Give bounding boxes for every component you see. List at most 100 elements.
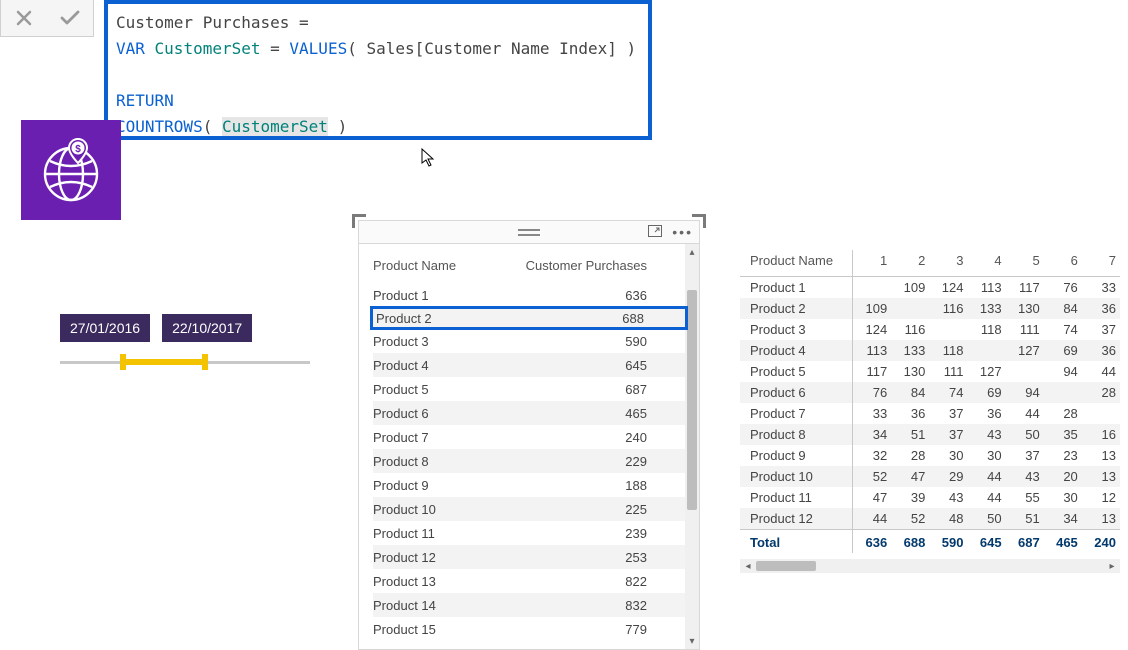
matrix-column-header[interactable]: 1 bbox=[853, 250, 892, 277]
matrix-cell: 50 bbox=[1006, 424, 1044, 445]
matrix-row-label: Product 5 bbox=[740, 361, 853, 382]
matrix-cell bbox=[891, 298, 929, 319]
matrix-row[interactable]: Product 932283030372313 bbox=[740, 445, 1120, 466]
table-row[interactable]: Product 5687 bbox=[373, 377, 685, 401]
matrix-cell: 50 bbox=[967, 508, 1005, 530]
column-header-product[interactable]: Product Name bbox=[373, 258, 483, 273]
cell-product-name: Product 11 bbox=[373, 526, 523, 541]
cell-product-name: Product 4 bbox=[373, 358, 523, 373]
matrix-cell: 124 bbox=[929, 277, 967, 299]
matrix-row[interactable]: Product 31241161181117437 bbox=[740, 319, 1120, 340]
date-slicer: 27/01/2016 22/10/2017 bbox=[60, 314, 310, 372]
matrix-cell: 76 bbox=[1044, 277, 1082, 299]
customer-purchases-table-visual[interactable]: ••• Product Name Customer Purchases Prod… bbox=[358, 220, 700, 650]
matrix-column-header[interactable]: 7 bbox=[1082, 250, 1120, 277]
scroll-left-icon[interactable]: ◂ bbox=[740, 559, 756, 573]
matrix-row-label: Product 10 bbox=[740, 466, 853, 487]
scroll-down-icon[interactable]: ▾ bbox=[685, 633, 699, 649]
matrix-row-label: Product 11 bbox=[740, 487, 853, 508]
matrix-row[interactable]: Product 7333637364428 bbox=[740, 403, 1120, 424]
matrix-cell: 16 bbox=[1082, 424, 1120, 445]
matrix-column-header[interactable]: 6 bbox=[1044, 250, 1082, 277]
matrix-column-header[interactable]: 4 bbox=[967, 250, 1005, 277]
matrix-cell: 29 bbox=[929, 466, 967, 487]
matrix-row-label: Product 4 bbox=[740, 340, 853, 361]
table-row[interactable]: Product 15779 bbox=[373, 617, 685, 641]
matrix-cell: 44 bbox=[967, 466, 1005, 487]
matrix-cell: 51 bbox=[891, 424, 929, 445]
cancel-button[interactable] bbox=[1, 0, 47, 36]
matrix-cell: 51 bbox=[1006, 508, 1044, 530]
table-row[interactable]: Product 2688 bbox=[370, 306, 688, 330]
matrix-column-header[interactable]: 2 bbox=[891, 250, 929, 277]
matrix-cell: 13 bbox=[1082, 445, 1120, 466]
slicer-slider[interactable] bbox=[60, 352, 310, 372]
more-options-icon[interactable]: ••• bbox=[672, 224, 693, 240]
table-row[interactable]: Product 11239 bbox=[373, 521, 685, 545]
cell-product-name: Product 13 bbox=[373, 574, 523, 589]
matrix-cell: 37 bbox=[929, 403, 967, 424]
matrix-cell: 118 bbox=[967, 319, 1005, 340]
table-row[interactable]: Product 4645 bbox=[373, 353, 685, 377]
cell-purchases: 188 bbox=[523, 478, 685, 493]
matrix-row[interactable]: Product 11091241131177633 bbox=[740, 277, 1120, 299]
matrix-cell: 113 bbox=[853, 340, 892, 361]
scrollbar-thumb[interactable] bbox=[756, 561, 816, 571]
matrix-cell: 69 bbox=[967, 382, 1005, 403]
scroll-up-icon[interactable]: ▴ bbox=[685, 244, 699, 260]
table-row[interactable]: Product 6465 bbox=[373, 401, 685, 425]
horizontal-scrollbar[interactable]: ◂ ▸ bbox=[740, 559, 1120, 573]
vertical-scrollbar[interactable]: ▴ ▾ bbox=[685, 244, 699, 649]
focus-mode-icon[interactable] bbox=[648, 224, 662, 240]
table-row[interactable]: Product 10225 bbox=[373, 497, 685, 521]
matrix-cell: 43 bbox=[967, 424, 1005, 445]
matrix-cell: 36 bbox=[891, 403, 929, 424]
scrollbar-thumb[interactable] bbox=[687, 290, 697, 510]
table-row[interactable]: Product 3590 bbox=[373, 329, 685, 353]
matrix-row-label: Product 6 bbox=[740, 382, 853, 403]
matrix-cell: 69 bbox=[1044, 340, 1082, 361]
table-row[interactable]: Product 12253 bbox=[373, 545, 685, 569]
cell-product-name: Product 14 bbox=[373, 598, 523, 613]
slider-handle-end[interactable] bbox=[202, 354, 208, 370]
table-row[interactable]: Product 1636 bbox=[373, 283, 685, 307]
matrix-cell: 109 bbox=[853, 298, 892, 319]
formula-bar[interactable]: Customer Purchases = VAR CustomerSet = V… bbox=[104, 0, 652, 140]
slicer-end-date[interactable]: 22/10/2017 bbox=[162, 314, 252, 342]
matrix-cell: 116 bbox=[929, 298, 967, 319]
table-row[interactable]: Product 9188 bbox=[373, 473, 685, 497]
matrix-cell: 37 bbox=[1006, 445, 1044, 466]
matrix-row[interactable]: Product 1244524850513413 bbox=[740, 508, 1120, 530]
table-row[interactable]: Product 7240 bbox=[373, 425, 685, 449]
matrix-column-header[interactable]: 3 bbox=[929, 250, 967, 277]
matrix-cell: 94 bbox=[1006, 382, 1044, 403]
drag-handle-icon[interactable] bbox=[518, 229, 540, 236]
matrix-cell: 111 bbox=[929, 361, 967, 382]
matrix-column-header[interactable]: 5 bbox=[1006, 250, 1044, 277]
table-row[interactable]: Product 8229 bbox=[373, 449, 685, 473]
matrix-row[interactable]: Product 41131331181276936 bbox=[740, 340, 1120, 361]
matrix-cell: 113 bbox=[967, 277, 1005, 299]
matrix-row[interactable]: Product 6768474699428 bbox=[740, 382, 1120, 403]
matrix-row[interactable]: Product 51171301111279444 bbox=[740, 361, 1120, 382]
matrix-cell: 94 bbox=[1044, 361, 1082, 382]
cell-purchases: 465 bbox=[523, 406, 685, 421]
column-header-purchases[interactable]: Customer Purchases bbox=[483, 258, 685, 273]
matrix-row[interactable]: Product 1147394344553012 bbox=[740, 487, 1120, 508]
matrix-row[interactable]: Product 21091161331308436 bbox=[740, 298, 1120, 319]
matrix-row[interactable]: Product 1052472944432013 bbox=[740, 466, 1120, 487]
matrix-row-label: Product 3 bbox=[740, 319, 853, 340]
accept-button[interactable] bbox=[47, 0, 93, 36]
table-row[interactable]: Product 14832 bbox=[373, 593, 685, 617]
product-matrix-visual[interactable]: Product Name1234567 Product 110912411311… bbox=[740, 250, 1120, 573]
matrix-row-header[interactable]: Product Name bbox=[740, 250, 853, 277]
table-row[interactable]: Product 13822 bbox=[373, 569, 685, 593]
matrix-cell: 32 bbox=[853, 445, 892, 466]
matrix-cell: 28 bbox=[1082, 382, 1120, 403]
matrix-row[interactable]: Product 834513743503516 bbox=[740, 424, 1120, 445]
scroll-right-icon[interactable]: ▸ bbox=[1104, 559, 1120, 573]
slider-handle-start[interactable] bbox=[120, 354, 126, 370]
matrix-cell: 133 bbox=[891, 340, 929, 361]
matrix-cell: 109 bbox=[891, 277, 929, 299]
slicer-start-date[interactable]: 27/01/2016 bbox=[60, 314, 150, 342]
